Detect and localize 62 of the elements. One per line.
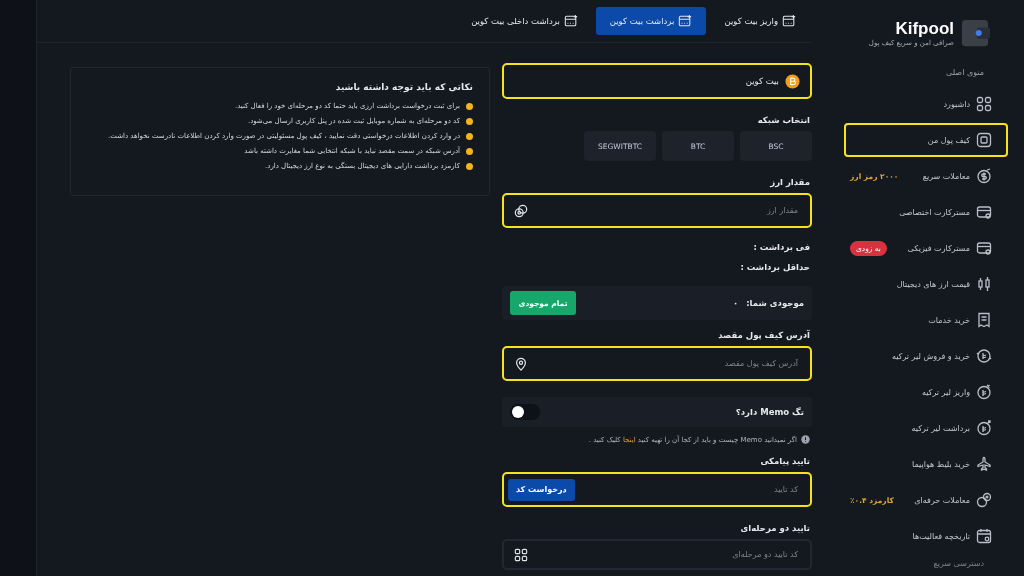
sidebar-item[interactable]: داشبورد [844,87,1008,121]
coins-icon [976,492,992,508]
coin-arrows-icon [976,348,992,364]
bullet-icon [466,117,473,125]
menu-section-title: دسترسی سریع [932,559,985,568]
request-code-button[interactable]: درخواست کد [508,478,575,501]
sidebar-item[interactable]: مسترکارت اختصاصی [844,195,1008,229]
field-label: مقدار ارز [769,177,810,187]
coin-name: بیت کوین [745,76,779,86]
dollar-coin-icon [976,168,992,184]
address-field[interactable]: آدرس کیف پول مقصد [502,346,812,381]
sidebar-item[interactable]: خرید و فروش لیر ترکیه [844,339,1008,373]
tab[interactable]: واریز بیت کوین [716,8,804,34]
field-label: تایید پیامکی [759,456,810,466]
sidebar-item[interactable]: تاریخچه فعالیت‌ها [844,519,1008,553]
minimum-label: حداقل برداشت : [739,262,810,272]
sidebar-item[interactable]: برداشت لیر ترکیه [844,411,1008,445]
field-label: تایید دو مرحله‌ای [739,523,810,533]
card-icon [563,14,578,28]
code-input[interactable]: کد تایید [580,484,800,495]
sidebar-item[interactable]: خرید خدمات [844,303,1008,337]
sidebar-item[interactable]: کیف پول من [844,123,1008,157]
field-label: انتخاب شبکه [756,115,810,125]
grid-icon [976,96,992,112]
menu-section-title: منوی اصلی [945,68,985,77]
coins-icon [514,203,528,218]
calendar-icon [976,528,992,544]
airplane-icon [976,456,992,472]
amount-input[interactable]: مقدار ارز [534,205,800,216]
bullet-icon [466,162,473,170]
tab[interactable]: برداشت داخلی بیت کوین [463,8,586,34]
wallet-logo-icon [960,18,990,48]
sidebar-item[interactable]: قیمت ارز های دیجیتال [844,267,1008,301]
memo-toggle[interactable] [510,404,540,420]
sidebar-item[interactable]: واریز لیر ترکیه [844,375,1008,409]
sidebar-item[interactable]: خرید بلیط هواپیما [844,447,1008,481]
fee-label: فی برداشت : [752,242,810,252]
notes-title: نکاتی که باید توجه داشته باشید [334,82,473,92]
tab[interactable]: برداشت بیت کوین [595,7,707,35]
memo-label: تگ Memo دارد؟ [735,407,804,417]
bullet-icon [466,132,473,140]
bullet-icon [466,102,473,110]
field-label: آدرس کیف پول مقصد [717,330,810,340]
sms-code-field[interactable]: کد تایید درخواست کد [502,472,812,507]
two-factor-field[interactable]: کد تایید دو مرحله‌ای [502,539,812,570]
bitcoin-icon [785,73,800,89]
candlestick-icon [976,276,992,292]
card-icon [976,240,992,256]
address-input[interactable]: آدرس کیف پول مقصد [534,358,800,369]
balance-value: ۰ [733,298,739,308]
coin-select[interactable]: بیت کوین [502,63,812,99]
brand-name: Kifpool [895,19,954,39]
balance-label: موجودی شما: [746,298,804,308]
info-icon [801,435,810,444]
amount-field[interactable]: مقدار ارز [502,193,812,228]
card-icon [782,14,796,28]
card-icon [976,204,992,220]
two-factor-input[interactable]: کد تایید دو مرحله‌ای [534,549,800,560]
receipt-icon [976,312,992,328]
bullet-icon [466,147,473,155]
location-pin-icon [514,356,528,371]
card-icon [678,14,693,28]
